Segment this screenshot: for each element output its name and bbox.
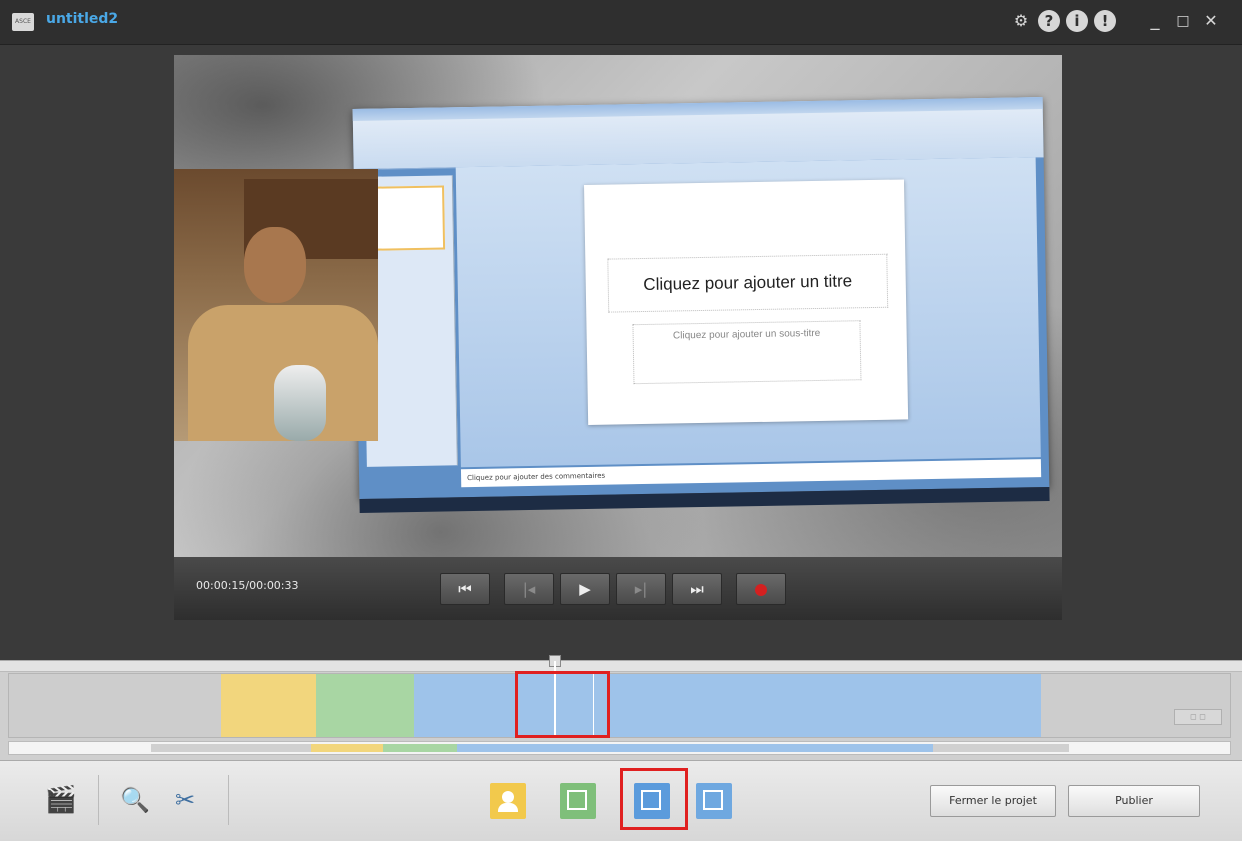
next-frame-button[interactable]: ▸| (616, 573, 666, 605)
overview-segment-screen (383, 744, 457, 752)
video-preview: Cliquez pour ajouter un titre Cliquez po… (174, 55, 1062, 557)
timeline-track[interactable] (8, 673, 1231, 738)
slide-thumbnail (372, 185, 446, 251)
clapperboard-icon[interactable]: 🎬 (44, 783, 78, 817)
layout-camera-button[interactable] (490, 783, 526, 819)
overview-segment-pip (457, 744, 933, 752)
gear-icon[interactable]: ⚙ (1010, 10, 1032, 32)
screen-capture: Cliquez pour ajouter un titre Cliquez po… (352, 97, 1050, 513)
toolbar-separator (98, 775, 99, 825)
microphone (274, 365, 326, 441)
layout-pip-right-button[interactable] (696, 783, 732, 819)
publish-button[interactable]: Publier (1068, 785, 1200, 817)
close-project-button[interactable]: Fermer le projet (930, 785, 1056, 817)
close-button[interactable]: ✕ (1200, 10, 1222, 32)
lightbulb-icon[interactable]: ! (1094, 10, 1116, 32)
highlight-frame-layout (620, 768, 688, 830)
webcam-overlay (174, 169, 378, 441)
app-logo: ASCE (12, 13, 34, 31)
window-title: untitled2 (46, 11, 119, 27)
slide-subtitle-placeholder: Cliquez pour ajouter un sous-titre (632, 320, 862, 385)
scissors-icon[interactable]: ✂ (168, 783, 202, 817)
timeline-ruler (0, 661, 1242, 672)
playback-controls: 00:00:15/00:00:33 ⏮ |◂ ▶ ▸| ⏭ (174, 557, 1062, 620)
help-icon[interactable]: ? (1038, 10, 1060, 32)
record-button[interactable] (736, 573, 786, 605)
preview-stage: Cliquez pour ajouter un titre Cliquez po… (0, 45, 1242, 660)
previous-frame-button[interactable]: |◂ (504, 573, 554, 605)
person-icon (502, 791, 514, 803)
timeline-overview-scrollbar[interactable] (8, 741, 1231, 755)
title-bar: ASCE untitled2 ⚙ ? i ! _ □ ✕ (0, 0, 1242, 45)
overview-segment-webcam (311, 744, 383, 752)
person-head (244, 227, 306, 303)
skip-to-start-button[interactable]: ⏮ (440, 573, 490, 605)
play-button[interactable]: ▶ (560, 573, 610, 605)
skip-to-end-button[interactable]: ⏭ (672, 573, 722, 605)
screen-layout-icon (567, 790, 587, 810)
segment-screen[interactable] (316, 674, 414, 737)
slide-area: Cliquez pour ajouter un titre Cliquez po… (455, 157, 1041, 468)
zoom-controls[interactable]: ◻ ◻ (1174, 709, 1222, 725)
layout-screen-button[interactable] (560, 783, 596, 819)
toolbar-separator (228, 775, 229, 825)
timecode: 00:00:15/00:00:33 (196, 579, 299, 592)
maximize-button[interactable]: □ (1172, 10, 1194, 32)
pip-right-layout-icon (703, 790, 723, 810)
slide: Cliquez pour ajouter un titre Cliquez po… (584, 179, 909, 425)
segment-pip[interactable] (414, 674, 1041, 737)
info-icon[interactable]: i (1066, 10, 1088, 32)
highlight-frame (515, 671, 610, 738)
person-body-icon (498, 803, 518, 812)
segment-webcam[interactable] (221, 674, 316, 737)
slide-title-placeholder: Cliquez pour ajouter un titre (607, 253, 889, 313)
zoom-icon[interactable]: 🔍 (118, 783, 152, 817)
record-icon (755, 583, 767, 596)
timeline[interactable]: ◻ ◻ (0, 655, 1242, 761)
minimize-button[interactable]: _ (1144, 10, 1166, 32)
